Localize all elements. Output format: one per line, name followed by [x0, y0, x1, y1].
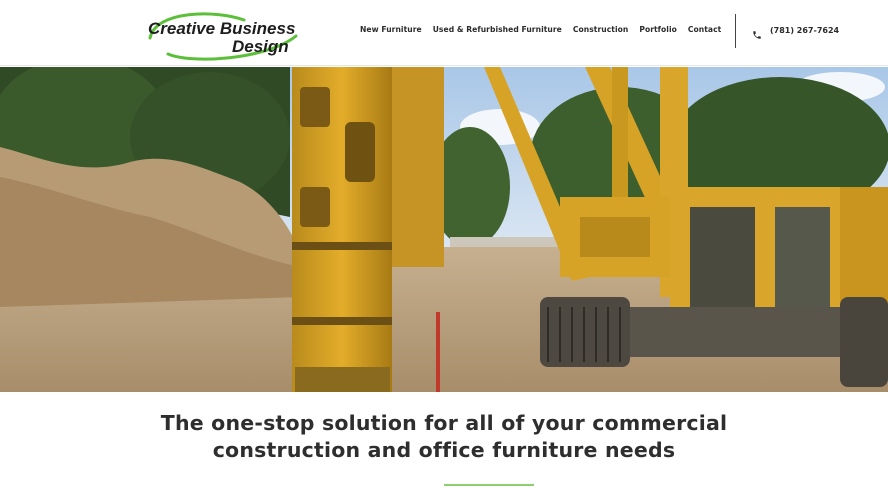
nav-construction[interactable]: Construction	[573, 25, 628, 34]
headline-line-2: construction and office furniture needs	[212, 438, 676, 462]
logo-line1: Creative Business	[148, 19, 295, 38]
phone-icon	[752, 25, 762, 39]
phone-number: (781) 267-7624	[770, 25, 840, 35]
main-nav: New Furniture Used & Refurbished Furnitu…	[360, 25, 721, 34]
site-header: Creative Business Design New Furniture U…	[0, 0, 888, 66]
nav-portfolio[interactable]: Portfolio	[639, 25, 677, 34]
logo[interactable]: Creative Business Design	[146, 12, 306, 61]
header-divider	[735, 14, 736, 48]
logo-mark: Creative Business Design	[148, 12, 298, 61]
headline-line-1: The one-stop solution for all of your co…	[160, 411, 728, 435]
logo-line2: Design	[232, 37, 289, 56]
hero-image	[0, 67, 888, 392]
headline-accent-line	[444, 484, 534, 486]
phone-link[interactable]: (781) 267-7624	[752, 25, 840, 39]
nav-new-furniture[interactable]: New Furniture	[360, 25, 422, 34]
nav-contact[interactable]: Contact	[688, 25, 721, 34]
construction-scene	[0, 67, 888, 392]
nav-used-refurbished-furniture[interactable]: Used & Refurbished Furniture	[433, 25, 562, 34]
page-headline: The one-stop solution for all of your co…	[0, 410, 888, 464]
